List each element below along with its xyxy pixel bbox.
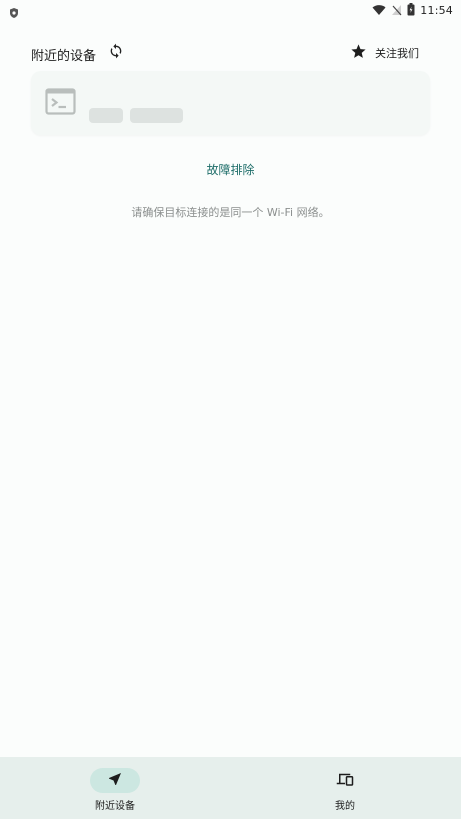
navigation-arrow-icon (107, 771, 123, 791)
app-screen: 11:54 附近的设备 关注我们 故障排除 请确保目标连接的是同一个 Wi-Fi… (0, 0, 461, 819)
wifi-hint-text: 请确保目标连接的是同一个 Wi-Fi 网络。 (131, 206, 330, 219)
loading-skeleton (89, 108, 123, 123)
status-bar: 11:54 (0, 0, 461, 20)
wifi-icon (372, 1, 386, 20)
device-card-placeholder (31, 71, 430, 135)
status-time: 11:54 (420, 3, 453, 17)
page-title: 附近的设备 (31, 49, 97, 64)
shield-icon (8, 4, 20, 18)
nav-item-mine[interactable]: 我的 (230, 757, 460, 819)
refresh-icon (108, 43, 124, 63)
nav-item-nearby-devices[interactable]: 附近设备 (0, 757, 230, 819)
troubleshoot-link[interactable]: 故障排除 (0, 161, 461, 178)
header: 附近的设备 关注我们 (0, 38, 461, 68)
battery-icon (407, 1, 415, 20)
nav-active-indicator (90, 768, 140, 793)
nav-icon-container (320, 768, 370, 793)
follow-us-label: 关注我们 (375, 47, 419, 60)
devices-icon (336, 771, 354, 791)
status-indicators: 11:54 (372, 2, 453, 18)
follow-us-button[interactable]: 关注我们 (350, 42, 419, 64)
bottom-navigation: 附近设备 我的 (0, 757, 461, 819)
star-icon (350, 43, 367, 64)
refresh-button[interactable] (105, 42, 127, 64)
nav-label: 我的 (335, 801, 355, 812)
nav-label: 附近设备 (95, 801, 135, 812)
loading-skeleton (130, 108, 183, 123)
no-signal-icon (391, 1, 402, 20)
terminal-icon (45, 88, 76, 116)
